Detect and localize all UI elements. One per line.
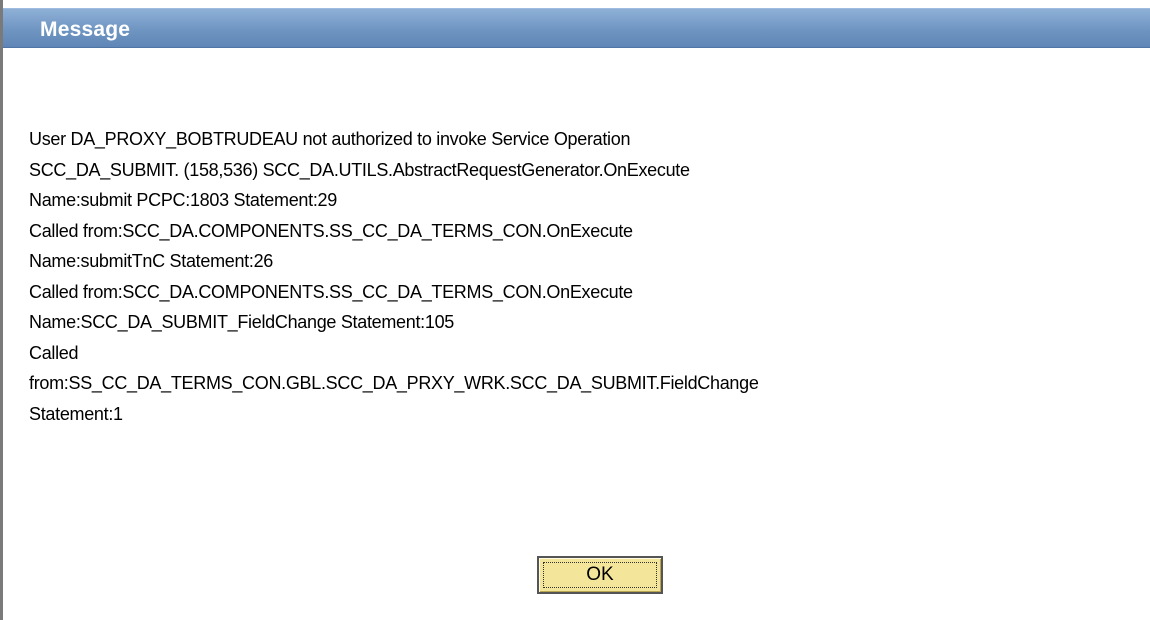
message-body: User DA_PROXY_BOBTRUDEAU not authorized … [29, 124, 1139, 429]
ok-button-label: OK [543, 562, 657, 588]
ok-button[interactable]: OK [537, 556, 663, 594]
message-line: Name:submit PCPC:1803 Statement:29 [29, 190, 337, 210]
message-line: Name:SCC_DA_SUBMIT_FieldChange Statement… [29, 312, 455, 332]
message-line: Called from:SCC_DA.COMPONENTS.SS_CC_DA_T… [29, 220, 633, 241]
dialog-titlebar: Message [3, 8, 1150, 48]
dialog-title: Message [40, 18, 131, 41]
message-dialog: Message User DA_PROXY_BOBTRUDEAU not aut… [0, 0, 1150, 620]
message-line: from:SS_CC_DA_TERMS_CON.GBL.SCC_DA_PRXY_… [29, 373, 759, 393]
dialog-left-border [0, 0, 3, 620]
message-line: User DA_PROXY_BOBTRUDEAU not authorized … [29, 129, 631, 149]
message-line: SCC_DA_SUBMIT. (158,536) SCC_DA.UTILS.Ab… [29, 159, 690, 180]
message-line: Called [29, 342, 79, 363]
message-line: Name:submitTnC Statement:26 [29, 251, 274, 271]
message-line: Statement:1 [29, 403, 123, 424]
message-line: Called from:SCC_DA.COMPONENTS.SS_CC_DA_T… [29, 281, 633, 302]
